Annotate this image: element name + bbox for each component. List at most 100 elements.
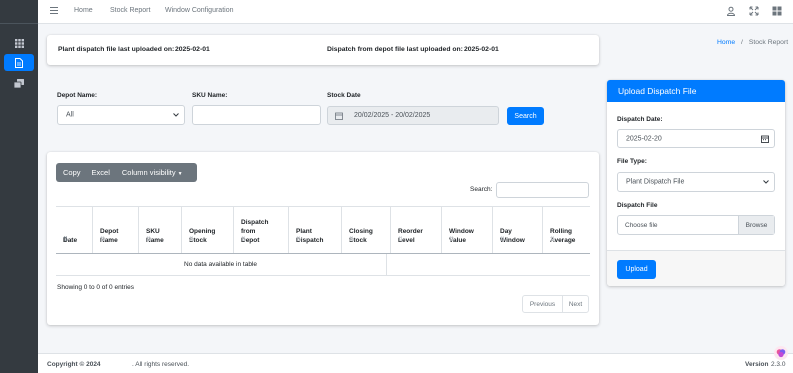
column-header[interactable]: Date ⇅	[56, 207, 93, 253]
sort-icon[interactable]: ⇅	[146, 236, 177, 245]
copy-icon	[14, 79, 24, 88]
column-header-word: Opening	[189, 228, 216, 235]
column-header-word: Rolling	[550, 228, 573, 235]
chevron-down-icon	[173, 113, 179, 117]
sort-icon[interactable]: ⇅	[296, 236, 337, 245]
column-header-word: Reorder	[398, 228, 423, 235]
upload-card-header: Upload Dispatch File	[607, 80, 785, 102]
sort-icon[interactable]: ⇅	[398, 236, 437, 245]
file-type-label: File Type:	[617, 158, 647, 165]
version-label: Version	[745, 361, 769, 368]
dispatch-date-label: Dispatch Date:	[617, 116, 663, 123]
file-placeholder: Choose file	[625, 222, 658, 229]
sort-icon[interactable]: ⇅	[189, 236, 229, 245]
excel-button[interactable]: Excel	[88, 168, 117, 177]
calendar-icon[interactable]	[761, 135, 769, 143]
sort-icon[interactable]: ⇅	[500, 236, 538, 245]
browse-button[interactable]: Browse	[738, 216, 774, 234]
chevron-down-icon	[763, 180, 769, 184]
sort-icon[interactable]: ⇅	[550, 236, 586, 245]
column-header-word: Dispatch	[241, 219, 269, 226]
copyright-rest: . All rights reserved.	[132, 361, 190, 368]
caret-down-icon: ▼	[177, 171, 183, 177]
depot-upload-label: Dispatch from depot file last uploaded o…	[327, 46, 463, 53]
table-search-input[interactable]	[496, 182, 589, 198]
table-top-border	[56, 206, 590, 207]
breadcrumb-current: Stock Report	[748, 39, 789, 46]
plant-upload-label: Plant dispatch file last uploaded on:	[58, 46, 175, 53]
sort-icon[interactable]: ⇅	[241, 236, 284, 245]
column-header[interactable]: SKU Name ⇅	[139, 207, 182, 253]
column-header-word: Window	[449, 228, 474, 235]
nav-link-home[interactable]: Home	[74, 7, 93, 14]
column-header-word: Closing	[349, 228, 373, 235]
breadcrumb: Home / Stock Report	[717, 39, 788, 46]
table-bottom-border	[56, 275, 590, 276]
file-icon	[15, 57, 23, 68]
assistant-launcher[interactable]	[774, 346, 788, 360]
fullscreen-icon[interactable]	[749, 6, 759, 16]
sidebar-item-stock-report[interactable]	[4, 54, 34, 71]
sort-icon[interactable]: ⇅	[449, 236, 488, 245]
column-header-word: from	[241, 228, 256, 235]
plant-upload-date: 2025-02-01	[175, 46, 210, 53]
sort-icon[interactable]: ⇅	[63, 236, 88, 245]
nav-link-window-configuration[interactable]: Window Configuration	[165, 7, 233, 14]
column-header[interactable]: Window Value ⇅	[442, 207, 493, 253]
copyright-text: Copyright © 2024	[47, 361, 101, 368]
column-header-word: Plant	[296, 228, 312, 235]
next-page-button[interactable]: Next	[563, 296, 588, 312]
sku-name-label: SKU Name:	[192, 92, 228, 99]
version-value: 2.3.0	[771, 361, 786, 368]
search-button[interactable]: Search	[507, 107, 544, 125]
table-info: Showing 0 to 0 of 0 entries	[57, 284, 134, 291]
apps-grid-icon[interactable]	[772, 6, 782, 16]
stock-date-range-input[interactable]: 20/02/2025 - 20/02/2025	[327, 106, 499, 125]
upload-info-card: Plant dispatch file last uploaded on: 20…	[47, 35, 599, 65]
nav-link-stock-report[interactable]: Stock Report	[110, 7, 150, 14]
brain-icon	[776, 349, 786, 358]
user-icon[interactable]	[726, 6, 736, 16]
column-header[interactable]: Rolling Average ⇅	[543, 207, 590, 253]
dispatch-file-label: Dispatch File	[617, 202, 658, 209]
table-search-label: Search:	[470, 186, 493, 193]
sidebar-brand	[0, 0, 38, 24]
column-header[interactable]: Opening Stock ⇅	[182, 207, 234, 253]
sidebar	[0, 0, 38, 373]
breadcrumb-home[interactable]: Home	[717, 39, 735, 46]
pagination: Previous Next	[522, 295, 589, 313]
dispatch-file-input[interactable]: Choose file Browse	[617, 215, 775, 235]
dispatch-date-input[interactable]: 2025-02-20	[617, 129, 775, 148]
column-header[interactable]: Closing Stock ⇅	[342, 207, 391, 253]
export-button-group: Copy Excel Column visibility ▼	[56, 163, 197, 182]
upload-button[interactable]: Upload	[617, 260, 656, 279]
sort-icon[interactable]: ⇅	[349, 236, 386, 245]
file-type-select[interactable]: Plant Dispatch File	[617, 172, 775, 192]
page-footer: Copyright © 2024 . All rights reserved. …	[38, 353, 793, 373]
column-visibility-button[interactable]: Column visibility ▼	[117, 168, 190, 177]
sort-icon[interactable]: ⇅	[100, 236, 134, 245]
table-empty-row: No data available in table	[56, 254, 387, 275]
column-header-word: Depot	[100, 228, 119, 235]
column-header[interactable]: Day Window ⇅	[493, 207, 543, 253]
depot-upload-date: 2025-02-01	[464, 46, 499, 53]
sidebar-item-dashboard[interactable]	[4, 35, 34, 52]
column-header[interactable]: Depot Name ⇅	[93, 207, 139, 253]
column-header-word: SKU	[146, 228, 160, 235]
upload-card-title: Upload Dispatch File	[618, 86, 697, 96]
depot-name-select[interactable]: All	[57, 105, 185, 125]
previous-page-button[interactable]: Previous	[523, 296, 563, 312]
column-header[interactable]: Plant Dispatch ⇅	[289, 207, 342, 253]
sku-name-input[interactable]	[192, 105, 321, 125]
grid-icon	[14, 39, 24, 48]
depot-name-label: Depot Name:	[57, 92, 98, 99]
hamburger-menu-icon[interactable]	[50, 7, 58, 14]
column-header[interactable]: Reorder Level ⇅	[391, 207, 442, 253]
column-header[interactable]: Dispatch from Depot ⇅	[234, 207, 289, 253]
breadcrumb-separator: /	[741, 39, 743, 46]
upload-dispatch-card: Upload Dispatch File Dispatch Date: 2025…	[607, 80, 785, 286]
sidebar-item-window-config[interactable]	[4, 75, 34, 92]
stock-date-label: Stock Date	[327, 92, 361, 99]
copy-button[interactable]: Copy	[56, 168, 88, 177]
top-navbar: Home Stock Report Window Configuration	[38, 0, 793, 24]
